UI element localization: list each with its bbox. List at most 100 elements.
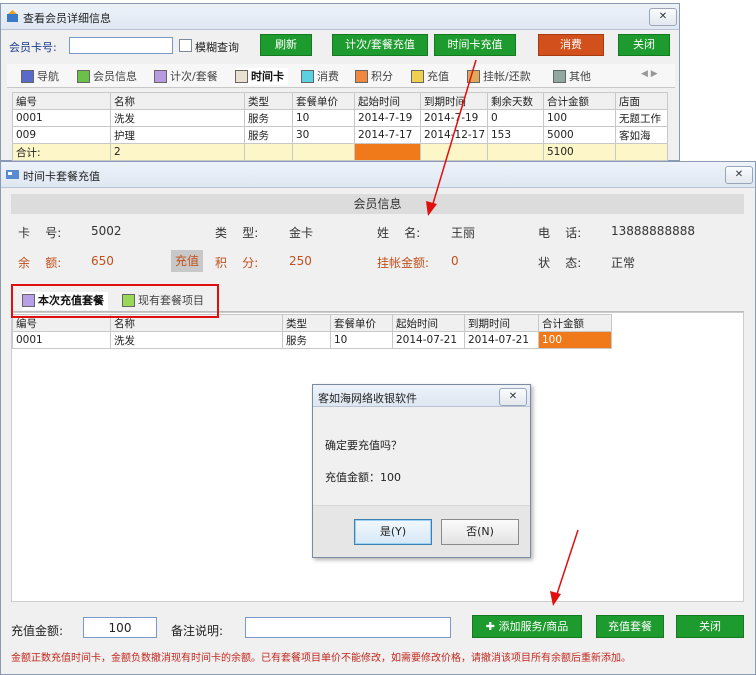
balance-recharge-button[interactable]: 充值 [171,250,203,272]
balance-label: 余 额: [18,256,62,270]
dialog-question: 确定要充值吗？ [325,439,402,452]
total-label: 合计: [12,143,111,161]
footer-close-button[interactable]: 关闭 [676,615,744,638]
debt-value: 0 [451,254,459,268]
col-header: 类型 [282,314,331,332]
recharge-package-button[interactable]: 充值套餐 [596,615,664,638]
times-recharge-button[interactable]: 计次/套餐充值 [332,34,428,56]
cell: 2014-7-19 [420,109,488,127]
tab-times-package[interactable]: 计次/套餐 [154,68,218,85]
no-button[interactable]: 否(N) [441,519,519,545]
cell: 洗发 [110,109,245,127]
note-label: 备注说明: [171,624,224,638]
table-row[interactable]: 009 护理 服务 30 2014-7-17 2014-12-17 153 50… [12,126,668,144]
cell: 0 [487,109,544,127]
app-icon [7,10,18,22]
card-label: 卡 号: [18,226,62,240]
refresh-button[interactable]: 刷新 [260,34,312,56]
add-service-button[interactable]: ✚ 添加服务/商品 [472,615,582,638]
plus-icon: ✚ [485,620,499,633]
col-header: 合计金额 [543,92,616,110]
col-header: 合计金额 [538,314,612,332]
back-tab-bar: 导航 会员信息 计次/套餐 时间卡 消费 积分 充值 挂帐/还款 其他 ◀ ▶ [7,64,675,88]
amount-input[interactable]: 100 [83,617,157,638]
tab-nav[interactable]: 导航 [21,68,59,85]
card-number-input[interactable] [69,37,173,54]
timecard-recharge-button[interactable]: 时间卡充值 [434,34,516,56]
total-highlight [354,143,421,161]
close-icon[interactable]: ✕ [649,8,677,26]
cell: 2014-7-17 [354,126,421,144]
dialog-title: 客如海网络收银软件 [318,392,417,405]
tab-other[interactable]: 其他 [553,68,591,85]
tab-member-info[interactable]: 会员信息 [77,68,137,85]
tab-debt[interactable]: 挂帐/还款 [467,68,531,85]
tab-consume[interactable]: 消费 [301,68,339,85]
member-detail-titlebar: 查看会员详细信息 ✕ [1,4,679,30]
total-row: 合计: 2 5100 [12,143,668,161]
tab-scroll-arrows[interactable]: ◀ ▶ [641,69,658,79]
yes-button[interactable]: 是(Y) [354,519,432,545]
confirm-dialog: 客如海网络收银软件 ✕ 确定要充值吗？ 充值金额：100 是(Y) 否(N) [312,384,531,558]
total-amount: 5100 [543,143,616,161]
col-header: 到期时间 [420,92,488,110]
col-header: 类型 [244,92,293,110]
cell: 009 [12,126,111,144]
card-number-label: 会员卡号: [9,41,57,54]
close-icon[interactable]: ✕ [725,166,753,184]
cell: 洗发 [110,331,283,349]
table-row[interactable]: 0001 洗发 服务 10 2014-07-21 2014-07-21 100 [12,331,612,349]
section-title: 会员信息 [353,197,402,211]
package-table: 编号 名称 类型 套餐单价 起始时间 到期时间 合计金额 0001 洗发 服务 … [12,314,612,349]
cell: 30 [292,126,355,144]
cell: 0001 [12,331,111,349]
add-service-label: 添加服务/商品 [498,620,569,633]
cell: 100 [543,109,616,127]
col-header: 起始时间 [354,92,421,110]
close-icon[interactable]: ✕ [499,388,527,406]
member-detail-window: 查看会员详细信息 ✕ 会员卡号: 模糊查询 刷新 计次/套餐充值 时间卡充值 消… [0,3,680,161]
table-header: 编号 名称 类型 套餐单价 起始时间 到期时间 剩余天数 合计金额 店面 [12,92,668,110]
cell: 服务 [244,126,293,144]
cell: 2014-12-17 [420,126,488,144]
cell: 5000 [543,126,616,144]
cell[interactable]: 100 [538,331,612,349]
time-card-table: 编号 名称 类型 套餐单价 起始时间 到期时间 剩余天数 合计金额 店面 000… [12,92,668,161]
amount-label: 充值金额: [11,624,64,638]
type-value: 金卡 [289,226,314,240]
table-row[interactable]: 0001 洗发 服务 10 2014-7-19 2014-7-19 0 100 … [12,109,668,127]
cell: 2014-07-21 [392,331,465,349]
window-title: 查看会员详细信息 [23,12,111,25]
points-value: 250 [289,254,312,268]
cell: 10 [292,109,355,127]
cell: 10 [330,331,393,349]
col-header: 编号 [12,92,111,110]
card-value: 5002 [91,224,122,238]
tab-time-card[interactable]: 时间卡 [235,68,288,85]
dialog-amount: 充值金额：100 [325,471,401,484]
points-label: 积 分: [215,256,259,270]
col-header: 剩余天数 [487,92,544,110]
debt-label: 挂帐金额: [377,256,430,270]
tab-recharge[interactable]: 充值 [411,68,449,85]
name-value: 王丽 [451,226,476,240]
dialog-titlebar: 客如海网络收银软件 ✕ [313,385,530,407]
tab-points[interactable]: 积分 [355,68,393,85]
name-label: 姓 名: [377,226,421,240]
consume-button[interactable]: 消费 [538,34,604,56]
col-header: 名称 [110,92,245,110]
total-count: 2 [110,143,245,161]
back-close-button[interactable]: 关闭 [618,34,670,56]
fuzzy-checkbox[interactable] [179,39,192,52]
cell: 2014-07-21 [464,331,539,349]
col-header: 套餐单价 [292,92,355,110]
cell: 服务 [244,109,293,127]
section-header: 会员信息 [11,194,744,214]
status-value: 正常 [611,256,636,270]
cell: 无题工作 [615,109,668,127]
col-header: 店面 [615,92,668,110]
phone-label: 电 话: [538,226,582,240]
note-input[interactable] [245,617,451,638]
window-title: 时间卡套餐充值 [23,170,100,183]
balance-value: 650 [91,254,114,268]
